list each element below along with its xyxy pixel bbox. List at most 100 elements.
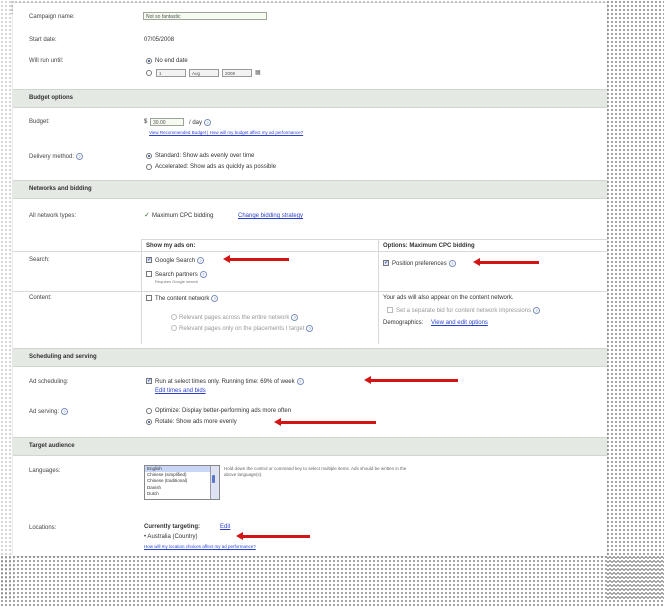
separate-bid-label: Set a separate bid for content network i… bbox=[396, 307, 541, 314]
location-value: • Australia (Country) bbox=[144, 534, 198, 540]
delivery-method-label: Delivery method:? bbox=[29, 153, 84, 160]
ad-scheduling-checkbox[interactable]: ✓ bbox=[146, 378, 152, 384]
end-day-select[interactable]: 1 bbox=[156, 69, 186, 77]
help-icon[interactable]: ? bbox=[296, 378, 304, 385]
relevant-entire-radio[interactable] bbox=[171, 314, 177, 320]
language-option[interactable]: Dutch bbox=[145, 491, 219, 497]
help-icon[interactable]: ? bbox=[448, 260, 456, 267]
no-end-date-radio[interactable] bbox=[146, 58, 152, 64]
google-search-label: Google Search? bbox=[155, 257, 205, 264]
help-icon[interactable]: ? bbox=[199, 271, 207, 278]
red-arrow-rotate bbox=[274, 418, 376, 426]
no-end-date-label: No end date bbox=[155, 58, 188, 64]
red-arrow-ad-scheduling bbox=[364, 376, 458, 384]
optimize-label: Optimize: Display better-performing ads … bbox=[155, 408, 292, 414]
target-audience-title: Target audience bbox=[29, 443, 75, 449]
location-help-link[interactable]: How will my location choices affect my a… bbox=[144, 544, 256, 549]
help-icon[interactable]: ? bbox=[291, 314, 299, 321]
grid-col-line-1 bbox=[141, 239, 142, 344]
content-network-note: Your ads will also appear on the content… bbox=[383, 295, 514, 301]
delivery-standard-label: Standard: Show ads evenly over time bbox=[155, 153, 255, 159]
help-icon[interactable]: ? bbox=[204, 119, 212, 126]
grid-row-line bbox=[13, 291, 607, 292]
relevant-entire-label: Relevant pages across the entire network… bbox=[179, 314, 299, 321]
languages-label: Languages: bbox=[29, 468, 61, 474]
currency-symbol: $ bbox=[144, 119, 148, 125]
rotate-label: Rotate: Show ads more evenly bbox=[155, 419, 237, 425]
delivery-accelerated-label: Accelerated: Show ads as quickly as poss… bbox=[155, 164, 277, 170]
grid-top-line bbox=[141, 239, 607, 240]
budget-help-link[interactable]: View Recommended Budget | How will my bu… bbox=[149, 130, 303, 135]
content-network-checkbox[interactable] bbox=[146, 295, 152, 301]
search-label: Search: bbox=[29, 257, 50, 263]
campaign-settings-page: Campaign name: Not so fantastic Start da… bbox=[13, 3, 607, 556]
per-day-label: / day? bbox=[189, 119, 212, 126]
position-preferences-label: Position preferences? bbox=[392, 260, 456, 267]
help-icon[interactable]: ? bbox=[61, 408, 69, 415]
red-arrow-position-preferences bbox=[473, 258, 539, 266]
scheduling-serving-header: Scheduling and serving bbox=[13, 348, 607, 367]
budget-options-header: Budget options bbox=[13, 89, 607, 108]
optimize-radio[interactable] bbox=[146, 408, 152, 414]
search-partners-label: Search partners? bbox=[155, 271, 207, 278]
options-header: Options: Maximum CPC bidding bbox=[383, 243, 475, 249]
networks-bidding-title: Networks and bidding bbox=[29, 186, 92, 192]
google-search-checkbox[interactable]: ✓ bbox=[146, 257, 152, 263]
rotate-radio[interactable] bbox=[146, 419, 152, 425]
help-icon[interactable]: ? bbox=[306, 325, 314, 332]
end-year-select[interactable]: 2008 bbox=[222, 69, 252, 77]
content-network-label: The content network? bbox=[155, 295, 219, 302]
help-icon[interactable]: ? bbox=[533, 307, 541, 314]
all-network-types-label: All network types: bbox=[29, 213, 77, 219]
end-month-select[interactable]: Aug bbox=[189, 69, 219, 77]
ad-scheduling-value: Run at select times only. Running time: … bbox=[155, 378, 304, 385]
demographics-link[interactable]: View and edit options bbox=[431, 320, 488, 326]
halftone-shadow-right bbox=[606, 0, 664, 600]
separate-bid-checkbox[interactable] bbox=[387, 307, 393, 313]
change-bidding-link[interactable]: Change bidding strategy bbox=[238, 213, 303, 219]
campaign-name-label: Campaign name: bbox=[29, 14, 75, 20]
languages-hint: Hold down the control or command key to … bbox=[224, 466, 407, 477]
search-partners-sub: Requires Google search bbox=[155, 279, 199, 284]
languages-scrollbar[interactable] bbox=[210, 466, 219, 499]
relevant-placements-label: Relevant pages only on the placements I … bbox=[179, 325, 314, 332]
scroll-thumb[interactable] bbox=[212, 475, 215, 483]
content-label: Content: bbox=[29, 295, 52, 301]
currently-targeting-label: Currently targeting: bbox=[144, 524, 201, 530]
ad-serving-label: Ad serving:? bbox=[29, 408, 69, 415]
campaign-name-input[interactable]: Not so fantastic bbox=[143, 12, 267, 20]
search-partners-checkbox[interactable] bbox=[146, 271, 152, 277]
red-arrow-google-search bbox=[223, 255, 289, 263]
halftone-shadow-left bbox=[0, 0, 14, 600]
edit-locations-link[interactable]: Edit bbox=[220, 524, 230, 530]
budget-input[interactable]: 30.00 bbox=[150, 118, 184, 126]
end-date-radio[interactable] bbox=[146, 70, 152, 76]
help-icon[interactable]: ? bbox=[197, 257, 205, 264]
position-preferences-checkbox[interactable]: ✓ bbox=[383, 260, 389, 266]
bidding-value: Maximum CPC bidding bbox=[152, 213, 214, 219]
budget-label: Budget: bbox=[29, 119, 50, 125]
halftone-shadow-bottom bbox=[0, 555, 664, 607]
budget-options-title: Budget options bbox=[29, 95, 73, 101]
show-ads-on-header: Show my ads on: bbox=[146, 243, 196, 249]
target-audience-header: Target audience bbox=[13, 437, 607, 456]
grid-header-line bbox=[13, 251, 607, 252]
delivery-standard-radio[interactable] bbox=[146, 153, 152, 159]
calendar-icon[interactable]: ▦ bbox=[255, 69, 261, 76]
start-date-value: 07/05/2008 bbox=[144, 37, 175, 43]
networks-bidding-header: Networks and bidding bbox=[13, 180, 607, 199]
help-icon[interactable]: ? bbox=[211, 295, 219, 302]
locations-label: Locations: bbox=[29, 525, 57, 531]
grid-col-line-2 bbox=[378, 239, 379, 344]
relevant-placements-radio[interactable] bbox=[171, 325, 177, 331]
languages-listbox[interactable]: English Chinese (simplified) Chinese (tr… bbox=[144, 465, 220, 500]
edit-times-link[interactable]: Edit times and bids bbox=[155, 388, 206, 394]
help-icon[interactable]: ? bbox=[76, 153, 84, 160]
start-date-label: Start date: bbox=[29, 37, 57, 43]
checkmark-icon: ✓ bbox=[144, 212, 150, 219]
demographics-label: Demographics: bbox=[383, 320, 424, 326]
will-run-until-label: Will run until: bbox=[29, 58, 64, 64]
scheduling-serving-title: Scheduling and serving bbox=[29, 354, 97, 360]
ad-scheduling-label: Ad scheduling: bbox=[29, 379, 69, 385]
delivery-accelerated-radio[interactable] bbox=[146, 164, 152, 170]
